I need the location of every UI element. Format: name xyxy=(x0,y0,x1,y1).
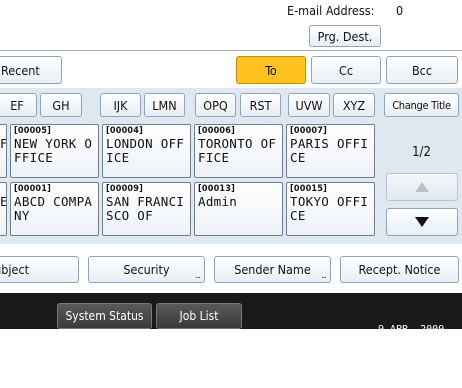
destination-button[interactable]: [00005] NEW YORK O FFICE xyxy=(10,124,99,178)
index-key-label: XYZ xyxy=(342,97,366,113)
destination-name-line2: FICE xyxy=(198,150,230,165)
clock-date: 9 APR 2009 xyxy=(378,324,445,335)
destination-button-partial[interactable]: F xyxy=(0,124,7,178)
email-address-label: E-mail Address: 0 xyxy=(287,3,403,18)
destination-button[interactable]: [00006] TORONTO OF FICE xyxy=(194,124,283,178)
more-ellipsis-icon: ... xyxy=(321,271,327,281)
tab-bcc[interactable]: Bcc xyxy=(386,56,458,84)
more-ellipsis-icon: ... xyxy=(195,271,201,281)
index-key-lmn[interactable]: LMN xyxy=(144,93,185,117)
tab-recent-label: Recent xyxy=(1,62,40,78)
destination-name-line1: ABCD COMPA xyxy=(14,194,93,209)
email-address-text: E-mail Address: xyxy=(287,3,375,18)
index-key-opq[interactable]: OPQ xyxy=(195,93,236,117)
destination-name-line2: CE xyxy=(290,150,306,165)
tab-to-label: To xyxy=(265,62,277,78)
destination-name-line1: SAN FRANCI xyxy=(106,194,185,209)
change-title-button[interactable]: Change Title xyxy=(384,93,459,117)
destination-button-partial[interactable]: E xyxy=(0,182,7,236)
index-key-label: EF xyxy=(10,97,24,113)
destination-button[interactable]: [00004] LONDON OFF ICE xyxy=(102,124,191,178)
destination-name-line1: PARIS OFFI xyxy=(290,136,369,151)
index-key-label: UVW xyxy=(295,97,323,113)
destination-name-line2: FFICE xyxy=(14,150,54,165)
destination-button[interactable]: [00007] PARIS OFFI CE xyxy=(286,124,375,178)
system-status-button[interactable]: System Status xyxy=(57,303,152,329)
index-key-label: LMN xyxy=(152,97,177,113)
subject-label: Subject xyxy=(0,262,30,277)
email-address-count: 0 xyxy=(395,3,404,18)
destination-name-line1: LONDON OFF xyxy=(106,136,185,151)
destination-button[interactable]: [00013] Admin xyxy=(194,182,283,236)
recept-notice-label: Recept. Notice xyxy=(358,262,441,277)
destination-name-line2: CE xyxy=(290,208,306,223)
recept-notice-button[interactable]: Recept. Notice xyxy=(340,256,459,283)
job-list-label: Job List xyxy=(179,309,219,323)
index-key-label: OPQ xyxy=(203,97,228,113)
tab-recent[interactable]: Recent xyxy=(0,56,62,84)
destination-name-line1: TORONTO OF xyxy=(198,136,277,151)
prg-dest-label: Prg. Dest. xyxy=(317,28,373,44)
destination-button[interactable]: [00001] ABCD COMPA NY xyxy=(10,182,99,236)
tab-to[interactable]: To xyxy=(236,56,306,84)
triangle-up-icon xyxy=(415,182,429,192)
destination-name-line2: ICE xyxy=(106,150,130,165)
index-key-label: GH xyxy=(52,97,70,113)
sender-name-button[interactable]: Sender Name ... xyxy=(214,256,331,283)
tab-cc-label: Cc xyxy=(338,62,354,78)
prg-dest-button[interactable]: Prg. Dest. xyxy=(309,25,381,47)
security-label: Security xyxy=(123,262,170,277)
system-status-label: System Status xyxy=(65,309,144,323)
clock-time: 1:39 xyxy=(378,363,403,374)
subject-button[interactable]: Subject xyxy=(0,256,79,283)
tab-bcc-label: Bcc xyxy=(411,62,433,78)
partial-label: E xyxy=(0,195,6,209)
index-key-label: RST xyxy=(249,97,272,113)
destination-button[interactable]: [00009] SAN FRANCI SCO OF xyxy=(102,182,191,236)
index-key-label: IJK xyxy=(113,97,128,113)
security-button[interactable]: Security ... xyxy=(88,256,205,283)
clock-display: 9 APR 2009 1:39 xyxy=(378,297,444,388)
scroll-up-button[interactable] xyxy=(386,173,458,201)
partial-label: F xyxy=(0,137,6,151)
destination-name-line1: TOKYO OFFI xyxy=(290,194,369,209)
destination-name-line1: Admin xyxy=(198,194,238,209)
destination-name-line1: NEW YORK O xyxy=(14,136,93,151)
tab-cc[interactable]: Cc xyxy=(311,56,381,84)
destination-name-line2: SCO OF xyxy=(106,208,153,223)
index-key-ef[interactable]: EF xyxy=(0,93,37,117)
destination-name-line2: NY xyxy=(14,208,30,223)
change-title-label: Change Title xyxy=(392,98,451,112)
page-indicator-text: 1/2 xyxy=(412,145,431,160)
scroll-down-button[interactable] xyxy=(386,208,458,236)
index-key-xyz[interactable]: XYZ xyxy=(333,93,375,117)
page-indicator: 1/2 xyxy=(384,145,459,160)
tab-row-divider xyxy=(0,50,462,51)
index-key-uvw[interactable]: UVW xyxy=(288,93,330,117)
job-list-button[interactable]: Job List xyxy=(156,303,242,329)
index-key-rst[interactable]: RST xyxy=(240,93,281,117)
sender-name-label: Sender Name xyxy=(234,262,311,277)
index-key-ijk[interactable]: IJK xyxy=(100,93,141,117)
triangle-down-icon xyxy=(415,217,429,227)
destination-button[interactable]: [00015] TOKYO OFFI CE xyxy=(286,182,375,236)
index-key-gh[interactable]: GH xyxy=(40,93,82,117)
